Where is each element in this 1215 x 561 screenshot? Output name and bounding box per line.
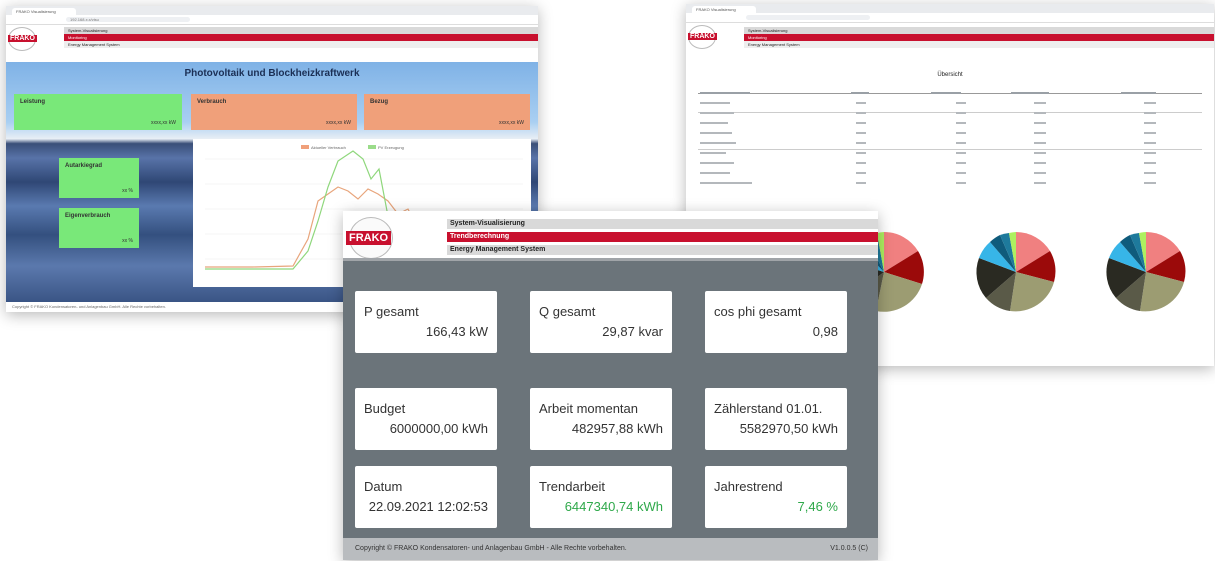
footer-copyright: Copyright © FRAKO Kondensatoren- und Anl… [355,545,627,552]
card-label: P gesamt [364,304,419,319]
card-label: Budget [364,401,406,416]
header-line-ems: Energy Management System [744,41,1214,48]
card-datum: Datum 22.09.2021 12:02:53 [355,466,497,528]
legend-pv: PV Erzeugung [378,145,404,150]
header-line-section: Monitoring [64,34,538,41]
legend-swatch-verbrauch [301,145,309,149]
card-label: Trendarbeit [539,479,605,494]
tile-bezug: Bezug xxxx,xx kW [364,94,530,130]
card-label: Arbeit momentan [539,401,638,416]
app-header: FRAKO System-Visualisierung Trendberechn… [343,211,878,261]
browser-tab[interactable]: FRAKO Visualisierung [12,8,76,15]
footer-version: V1.0.0.5 (C) [830,545,868,552]
pie-chart-2 [976,232,1056,312]
tile-value: xx % [122,238,133,244]
app-header: FRAKO System-Visualisierung Monitoring E… [6,25,538,52]
card-value: 5582970,50 kWh [739,421,838,436]
header-divider [343,258,878,261]
card-zaehlerstand: Zählerstand 01.01. 5582970,50 kWh [705,388,847,450]
tile-value: xxxx,xx kW [326,120,351,126]
card-value: 6000000,00 kWh [389,421,488,436]
card-value: 0,98 [812,324,838,339]
frako-logo: FRAKO [8,27,37,51]
browser-tab[interactable]: FRAKO Visualisierung [692,6,756,13]
card-label: Q gesamt [539,304,596,319]
card-budget: Budget 6000000,00 kWh [355,388,497,450]
card-jahrestrend: Jahrestrend 7,46 % [705,466,847,528]
card-p-gesamt: P gesamt 166,43 kW [355,291,497,353]
frako-logo: FRAKO [346,217,393,259]
tile-verbrauch: Verbrauch xxxx,xx kW [191,94,357,130]
card-value: 166,43 kW [425,324,488,339]
card-label: Datum [364,479,403,494]
card-cos-phi: cos phi gesamt 0,98 [705,291,847,353]
card-label: Zählerstand 01.01. [714,401,823,416]
tile-value: xxxx,xx kW [151,120,176,126]
card-arbeit-momentan: Arbeit momentan 482957,88 kWh [530,388,672,450]
header-line-section: Trendberechnung [447,232,878,242]
header-line-system: System-Visualisierung [447,219,878,229]
card-value: 29,87 kvar [602,324,663,339]
pie-chart-3 [1106,232,1186,312]
tile-label: Eigenverbrauch [65,213,111,219]
card-label: Jahrestrend [714,479,783,494]
table-placeholder-lines [700,92,1156,184]
legend-verbrauch: Aktueller Verbrauch [311,145,346,150]
card-q-gesamt: Q gesamt 29,87 kvar [530,291,672,353]
browser-tabstrip: FRAKO Visualisierung [686,4,1214,13]
card-value: 6447340,74 kWh [564,499,663,514]
header-line-system: System-Visualisierung [64,27,538,34]
address-bar[interactable]: 192.168.x.x/visu [66,17,190,22]
trend-calculation-window: FRAKO System-Visualisierung Trendberechn… [343,211,878,560]
tile-leistung: Leistung xxxx,xx kW [14,94,182,130]
tile-eigenverbrauch: Eigenverbrauch xx % [59,208,139,248]
frako-logo: FRAKO [688,25,717,49]
app-header: FRAKO System-Visualisierung Monitoring E… [686,23,1214,53]
card-trendarbeit: Trendarbeit 6447340,74 kWh [530,466,672,528]
legend-swatch-pv [368,145,376,149]
tile-value: xxxx,xx kW [499,120,524,126]
tile-label: Bezug [370,99,388,105]
header-line-ems: Energy Management System [447,245,878,255]
card-value: 482957,88 kWh [571,421,663,436]
card-value: 22.09.2021 12:02:53 [368,499,488,514]
card-value: 7,46 % [797,499,838,514]
tile-label: Autarkiegrad [65,163,103,169]
header-line-ems: Energy Management System [64,41,538,48]
header-line-system: System-Visualisierung [744,27,1214,34]
header-line-section: Monitoring [744,34,1214,41]
address-bar[interactable] [746,15,870,20]
tile-label: Verbrauch [197,99,227,105]
card-label: cos phi gesamt [714,304,802,319]
page-title: Photovoltaik und Blockheizkraftwerk [184,68,360,79]
tile-label: Leistung [20,99,45,105]
browser-toolbar [686,13,1214,23]
table-title: Übersicht [937,72,963,78]
tile-value: xx % [122,188,133,194]
footer: Copyright © FRAKO Kondensatoren- und Anl… [343,538,878,560]
browser-tabstrip: FRAKO Visualisierung [6,6,538,15]
tile-autarkiegrad: Autarkiegrad xx % [59,158,139,198]
browser-toolbar: 192.168.x.x/visu [6,15,538,25]
